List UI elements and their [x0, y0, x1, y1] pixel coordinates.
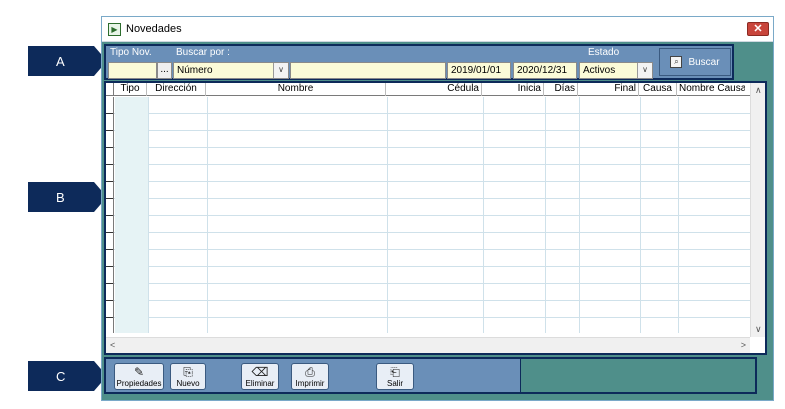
column-divider [579, 97, 580, 333]
printer-icon: ⎙ [305, 365, 315, 379]
novedades-window: ▶ Novedades ✕ Tipo Nov. Buscar por : Est… [101, 16, 774, 401]
toolbar-status-area [520, 357, 757, 394]
tipo-nov-input[interactable] [108, 62, 157, 79]
imprimir-button[interactable]: ⎙ Imprimir [291, 363, 329, 390]
title-bar: ▶ Novedades ✕ [102, 17, 773, 42]
callout-a: A [28, 46, 107, 76]
callout-c-label: C [56, 368, 66, 384]
properties-icon: ✎ [133, 365, 145, 379]
tipo-column-shading [115, 97, 148, 333]
close-button[interactable]: ✕ [747, 22, 769, 36]
grid-body[interactable] [106, 97, 750, 333]
grid-header: Tipo Dirección Nombre Cédula Inicia Días… [106, 83, 750, 96]
fecha-fin-input[interactable]: 2020/12/31 [513, 62, 577, 79]
filter-bar: Tipo Nov. Buscar por : Estado ... Número… [104, 44, 734, 80]
scroll-down-icon[interactable]: ∨ [755, 324, 762, 335]
scroll-right-icon[interactable]: > [741, 340, 746, 350]
callout-b: B [28, 182, 107, 212]
salir-button[interactable]: ⎗ Salir [376, 363, 414, 390]
column-divider [640, 97, 641, 333]
eliminar-label: Eliminar [245, 379, 275, 388]
callout-c: C [28, 361, 107, 391]
scroll-left-icon[interactable]: < [110, 340, 115, 350]
novedades-grid[interactable]: Tipo Dirección Nombre Cédula Inicia Días… [104, 81, 767, 355]
column-header-causa[interactable]: Causa [639, 83, 677, 96]
salir-label: Salir [386, 379, 403, 388]
column-header-direccion[interactable]: Dirección [147, 83, 206, 96]
nuevo-button[interactable]: ⎘ Nuevo [170, 363, 206, 390]
column-header-nombre[interactable]: Nombre [206, 83, 386, 96]
column-divider [148, 97, 149, 333]
exit-door-icon: ⎗ [390, 365, 400, 379]
buscar-por-value: Número [177, 65, 213, 76]
vertical-scrollbar[interactable]: ∧ ∨ [750, 83, 765, 337]
column-header-dias[interactable]: Días [544, 83, 578, 96]
estado-select[interactable]: Activos ∨ [579, 62, 653, 79]
estado-value: Activos [583, 65, 616, 76]
column-header-tipo[interactable]: Tipo [114, 83, 147, 96]
callout-a-label: A [56, 53, 65, 69]
column-header-cedula[interactable]: Cédula [386, 83, 482, 96]
column-divider [483, 97, 484, 333]
app-icon: ▶ [108, 22, 121, 36]
search-text-input[interactable] [290, 62, 446, 79]
new-document-icon: ⎘ [183, 365, 193, 379]
buscar-por-label: Buscar por : [176, 47, 230, 58]
chevron-down-icon[interactable]: ∨ [273, 63, 288, 78]
scroll-up-icon[interactable]: ∧ [755, 85, 762, 96]
estado-label: Estado [588, 47, 620, 58]
tipo-nov-label: Tipo Nov. [110, 47, 152, 58]
row-selector-header [106, 83, 114, 96]
search-icon: ⌕ [670, 56, 683, 68]
propiedades-label: Propiedades [116, 379, 162, 388]
tipo-nov-browse-button[interactable]: ... [157, 62, 172, 79]
column-divider [387, 97, 388, 333]
column-divider [207, 97, 208, 333]
chevron-down-icon[interactable]: ∨ [637, 63, 652, 78]
horizontal-scrollbar[interactable]: < > [106, 337, 750, 353]
eliminar-button[interactable]: ⌫ Eliminar [241, 363, 279, 390]
fecha-inicio-input[interactable]: 2019/01/01 [447, 62, 511, 79]
callout-b-label: B [56, 189, 65, 205]
search-button-label: Buscar [688, 56, 720, 68]
column-header-nombre-causa[interactable]: Nombre Causa [677, 83, 745, 96]
column-divider [678, 97, 679, 333]
column-header-inicia[interactable]: Inicia [482, 83, 544, 96]
eraser-icon: ⌫ [251, 365, 269, 379]
buscar-por-select[interactable]: Número ∨ [173, 62, 289, 79]
nuevo-label: Nuevo [176, 379, 200, 388]
column-divider [545, 97, 546, 333]
imprimir-label: Imprimir [295, 379, 325, 388]
row-selector-column[interactable] [106, 97, 114, 333]
column-header-final[interactable]: Final [578, 83, 639, 96]
bottom-toolbar: ✎ Propiedades ⎘ Nuevo ⌫ Eliminar ⎙ Impri… [104, 357, 520, 394]
propiedades-button[interactable]: ✎ Propiedades [114, 363, 164, 390]
window-title: Novedades [126, 23, 182, 35]
search-button[interactable]: ⌕ Buscar [659, 48, 731, 76]
